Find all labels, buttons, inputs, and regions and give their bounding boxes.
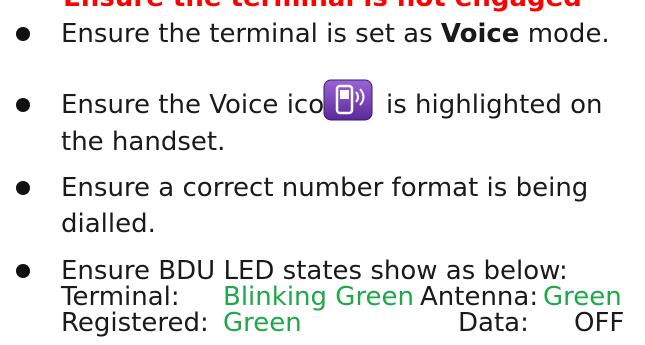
item-number-format-text: Ensure a correct number format is being — [61, 173, 589, 203]
led-data-value: OFF — [574, 308, 625, 338]
item-voice-icon-post: is highlighted on — [386, 90, 603, 120]
item-voice-icon-text: Ensure the Voice icon — [61, 90, 341, 120]
item-voice-icon-cont: the handset. — [61, 124, 225, 160]
voice-mode-handset-icon — [323, 79, 373, 121]
item-voice-mode: Ensure the terminal is set as Voice mode… — [61, 16, 610, 52]
bullet-3 — [16, 181, 30, 195]
led-data-label: Data: — [458, 308, 529, 338]
item-number-format-cont: dialled. — [61, 206, 156, 242]
item-number-format: Ensure a correct number format is being — [61, 170, 588, 206]
item-voice-icon-line: Ensure the Voice icon — [61, 87, 341, 123]
item-voice-icon-line-end: is highlighted on — [386, 87, 603, 123]
bullet-2 — [16, 98, 30, 112]
led-registered-label: Registered: — [61, 308, 209, 338]
voice-mode-bold: Voice — [440, 19, 520, 49]
item-number-format-cont-text: dialled. — [61, 209, 156, 239]
led-registered-value: Green — [223, 308, 302, 338]
item-voice-icon-cont-text: the handset. — [61, 127, 226, 157]
bullet-4 — [16, 264, 30, 278]
item-voice-mode-end: mode. — [519, 19, 610, 49]
item-voice-mode-text: Ensure the terminal is set as — [61, 19, 441, 49]
bullet-1 — [16, 27, 30, 41]
